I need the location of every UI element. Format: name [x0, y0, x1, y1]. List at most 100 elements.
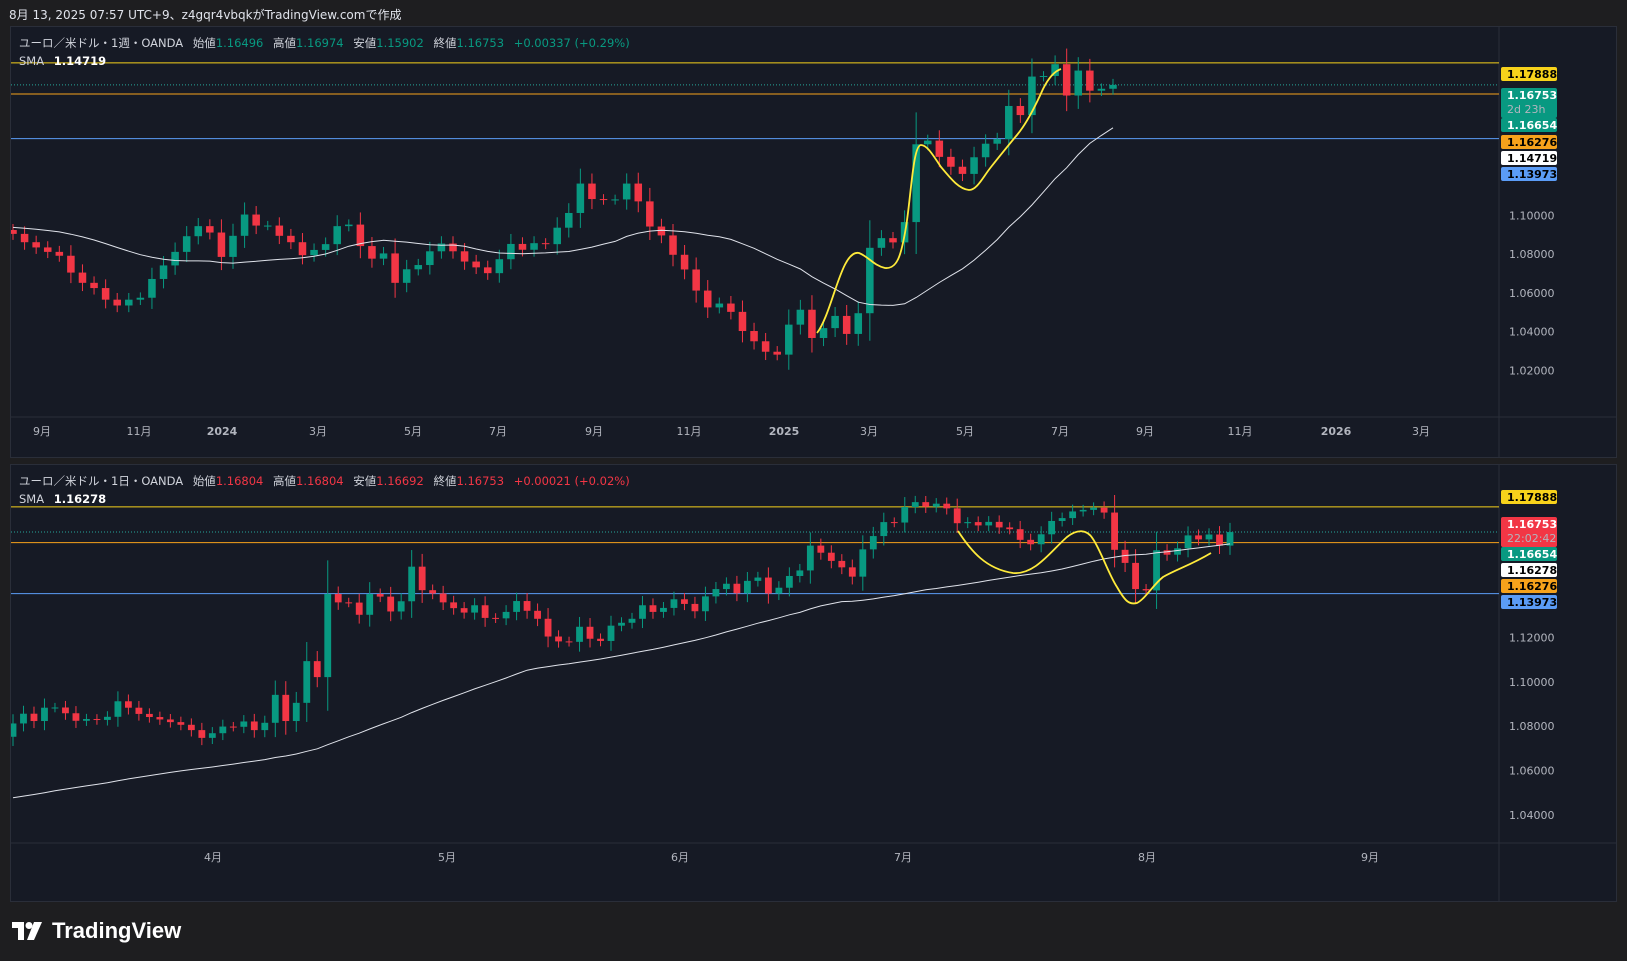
candle-body	[761, 341, 770, 352]
weekly-high-label: 高値	[273, 36, 297, 50]
candle-body	[586, 626, 594, 639]
candle-body	[947, 156, 955, 167]
candle-body	[333, 226, 341, 245]
weekly-close-value: 1.16753	[456, 36, 505, 50]
candle-body	[20, 233, 29, 243]
candle-body	[171, 251, 179, 266]
candle-body	[702, 596, 709, 612]
candle-body	[764, 577, 772, 594]
x-tick-label: 9月	[33, 425, 51, 438]
candle-body	[1039, 75, 1048, 77]
daily-change-value: +0.00021 (+0.02%)	[513, 474, 630, 488]
candle-body	[101, 288, 110, 300]
weekly-change-value: +0.00337 (+0.29%)	[513, 36, 630, 50]
daily-chart-svg[interactable]: 1.04000 1.06000 1.08000 1.10000 1.12000 4月 5月 6…	[11, 465, 1616, 901]
candle-body	[628, 618, 636, 623]
candle-body	[639, 605, 646, 619]
candle-body	[502, 611, 510, 619]
candle-body	[854, 313, 863, 334]
candle-body	[345, 224, 353, 227]
candle-body	[796, 570, 804, 576]
price-badge-label: 1.16276	[1507, 136, 1557, 149]
candle-body	[796, 309, 805, 325]
candle-body	[523, 601, 531, 611]
candle-body	[194, 226, 203, 237]
x-tick-label: 7月	[894, 851, 912, 864]
weekly-sma-value: 1.14719	[53, 54, 107, 68]
candle-body	[923, 140, 932, 145]
candle-body	[471, 605, 479, 613]
candle-body	[124, 701, 132, 708]
candle-body	[292, 702, 300, 722]
candle-body	[368, 246, 376, 259]
weekly-symbol: ユーロ／米ドル・1週・OANDA	[19, 36, 184, 50]
candle-body	[263, 225, 272, 227]
candle-body	[981, 143, 990, 158]
candle-body	[1005, 105, 1013, 140]
y-tick-label: 1.08000	[1509, 248, 1555, 261]
candle-body	[1037, 534, 1045, 545]
candle-body	[271, 694, 279, 723]
x-tick-label: 9月	[1136, 425, 1154, 438]
candle-body	[67, 255, 75, 273]
candle-body	[492, 617, 500, 619]
candle-body	[1027, 539, 1035, 545]
candle-body	[964, 522, 972, 524]
candle-body	[880, 522, 888, 537]
candle-body	[932, 503, 940, 507]
candle-body	[660, 607, 667, 612]
candle-body	[943, 503, 951, 509]
weekly-open-label: 始値	[192, 36, 216, 50]
x-tick-label: 5月	[404, 425, 422, 438]
daily-symbol: ユーロ／米ドル・1日・OANDA	[19, 474, 184, 488]
candle-body	[460, 608, 468, 613]
candle-body	[355, 602, 363, 615]
candle-body	[953, 508, 961, 524]
candle-body	[1086, 70, 1094, 91]
candle-body	[597, 638, 604, 641]
candle-body	[41, 707, 48, 722]
candle-body	[55, 251, 64, 256]
daily-low-value: 1.16692	[376, 474, 424, 488]
tradingview-logo-icon	[12, 922, 42, 940]
candle-body	[206, 226, 214, 233]
candle-body	[240, 721, 248, 727]
y-tick-label: 1.08000	[1509, 720, 1555, 733]
x-tick-label: 11月	[1228, 425, 1253, 438]
weekly-chart-panel[interactable]: 1.020001.040001.060001.080001.100001.120…	[10, 26, 1617, 458]
candle-body	[1195, 535, 1202, 540]
candle-body	[136, 297, 145, 300]
weekly-open-value: 1.16496	[215, 36, 264, 50]
x-tick-label: 6月	[671, 851, 689, 864]
candle-body	[1205, 534, 1213, 540]
candle-body	[11, 723, 17, 737]
y-tick-label: 1.06000	[1509, 287, 1555, 300]
y-tick-label: 1.10000	[1509, 210, 1555, 223]
daily-legend: ユーロ／米ドル・1日・OANDA 始値1.16804 高値1.16804 安値1…	[19, 472, 630, 508]
price-badge-label: 1.16276	[1507, 580, 1557, 593]
candle-body	[911, 502, 919, 508]
candle-body	[806, 545, 814, 571]
candle-body	[785, 575, 793, 588]
candle-body	[379, 253, 388, 259]
candle-body	[11, 230, 17, 234]
candle-body	[166, 719, 174, 723]
candle-body	[148, 278, 156, 298]
candle-body	[513, 601, 520, 612]
daily-high-label: 高値	[273, 474, 297, 488]
candle-body	[1111, 512, 1119, 550]
candle-body	[1058, 518, 1066, 521]
y-tick-label: 1.04000	[1509, 809, 1555, 822]
candle-body	[287, 235, 295, 243]
candle-body	[831, 315, 839, 329]
candle-body	[182, 236, 191, 252]
tradingview-logo[interactable]: TradingView	[12, 918, 181, 944]
price-badge-label: 1.16654	[1507, 119, 1557, 132]
candle-body	[703, 290, 712, 308]
candle-body	[970, 157, 978, 174]
daily-chart-panel[interactable]: 1.04000 1.06000 1.08000 1.10000 1.12000 4月 5月 6…	[10, 464, 1617, 902]
candle-body	[889, 238, 897, 243]
weekly-chart-svg[interactable]: 1.020001.040001.060001.080001.100001.120…	[11, 27, 1616, 457]
candle-body	[859, 549, 867, 577]
candle-body	[298, 242, 307, 256]
